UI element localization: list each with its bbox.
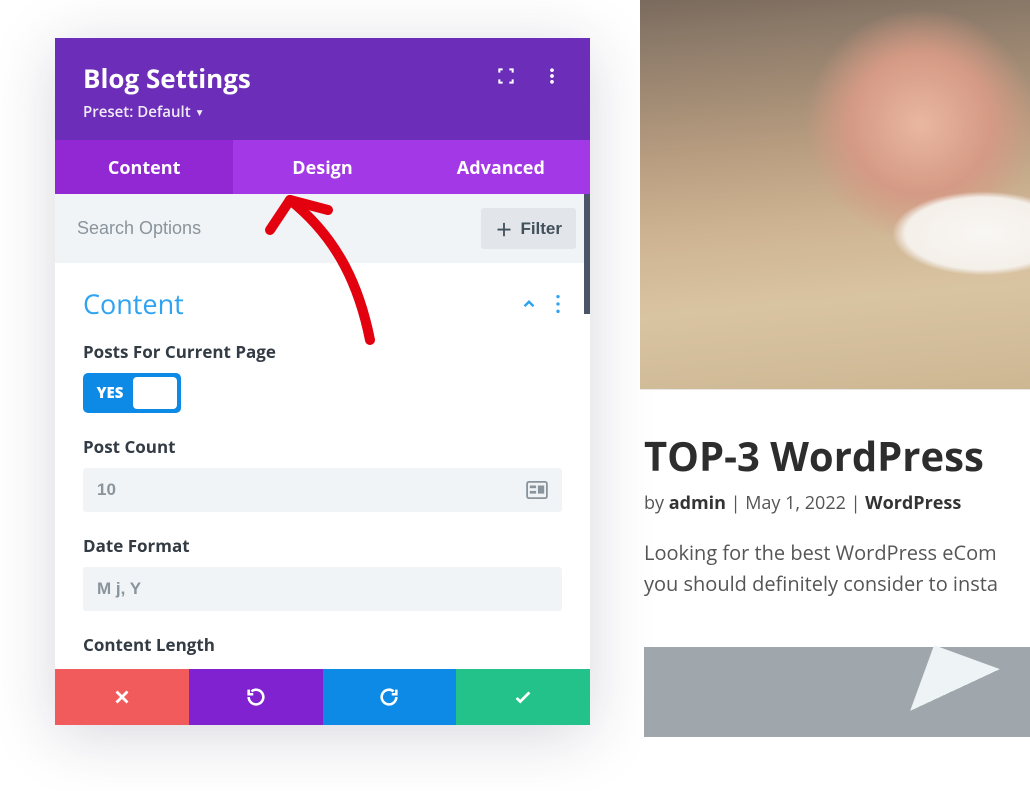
option-post-count: Post Count bbox=[83, 435, 562, 512]
panel-footer bbox=[55, 669, 590, 725]
redo-button[interactable] bbox=[323, 669, 457, 725]
preset-label: Preset: Default bbox=[83, 102, 191, 122]
filter-label: Filter bbox=[520, 219, 562, 239]
section-content: Content Posts For Current Page YES Post … bbox=[55, 263, 590, 656]
post-featured-image bbox=[640, 0, 1030, 390]
option-label: Post Count bbox=[83, 435, 562, 458]
kebab-menu-icon[interactable] bbox=[542, 66, 562, 86]
post-category[interactable]: WordPress bbox=[865, 491, 961, 515]
meta-sep: | bbox=[846, 491, 865, 515]
plus-icon: ＋ bbox=[495, 216, 512, 241]
search-input[interactable] bbox=[77, 218, 376, 239]
post-meta: by admin | May 1, 2022 | WordPress bbox=[644, 491, 1030, 515]
post-date: May 1, 2022 bbox=[745, 491, 846, 515]
option-label: Content Length bbox=[83, 633, 562, 656]
search-row: ＋ Filter bbox=[55, 194, 590, 263]
redo-icon bbox=[378, 686, 400, 708]
preview-grey-block bbox=[644, 647, 1030, 737]
by-label: by bbox=[644, 491, 664, 515]
excerpt-line: you should definitely consider to insta bbox=[644, 568, 1030, 599]
expand-icon[interactable] bbox=[496, 66, 516, 86]
toggle-text: YES bbox=[87, 383, 133, 403]
caret-down-icon: ▼ bbox=[195, 105, 205, 119]
panel-title: Blog Settings bbox=[83, 60, 251, 96]
check-icon bbox=[512, 686, 534, 708]
post-title[interactable]: TOP-3 WordPress bbox=[644, 428, 1030, 483]
panel-body: ＋ Filter Content Posts For Current Page … bbox=[55, 194, 590, 669]
preset-dropdown[interactable]: Preset: Default ▼ bbox=[83, 102, 251, 122]
filter-button[interactable]: ＋ Filter bbox=[481, 208, 576, 249]
undo-icon bbox=[245, 686, 267, 708]
toggle-knob bbox=[133, 377, 177, 409]
meta-sep: | bbox=[726, 491, 745, 515]
option-content-length: Content Length bbox=[83, 633, 562, 656]
date-format-input[interactable] bbox=[97, 579, 548, 599]
close-icon bbox=[111, 686, 133, 708]
section-kebab-icon[interactable] bbox=[554, 294, 562, 314]
settings-panel: Blog Settings Preset: Default ▼ Content … bbox=[55, 38, 590, 725]
tab-bar: Content Design Advanced bbox=[55, 140, 590, 194]
option-label: Posts For Current Page bbox=[83, 340, 562, 363]
tab-content[interactable]: Content bbox=[55, 140, 233, 194]
post-count-input[interactable] bbox=[97, 480, 526, 500]
tab-advanced[interactable]: Advanced bbox=[412, 140, 590, 194]
panel-header: Blog Settings Preset: Default ▼ bbox=[55, 38, 590, 140]
post-author[interactable]: admin bbox=[669, 491, 726, 515]
section-title[interactable]: Content bbox=[83, 285, 184, 322]
tab-design[interactable]: Design bbox=[233, 140, 411, 194]
post-excerpt: Looking for the best WordPress eCom you … bbox=[644, 537, 1030, 599]
undo-button[interactable] bbox=[189, 669, 323, 725]
save-button[interactable] bbox=[456, 669, 590, 725]
dynamic-content-icon[interactable] bbox=[526, 481, 548, 499]
excerpt-line: Looking for the best WordPress eCom bbox=[644, 537, 1030, 568]
scrollbar[interactable] bbox=[584, 194, 590, 314]
chevron-up-icon[interactable] bbox=[520, 295, 538, 313]
option-label: Date Format bbox=[83, 534, 562, 557]
option-date-format: Date Format bbox=[83, 534, 562, 611]
toggle-posts-current-page[interactable]: YES bbox=[83, 373, 181, 413]
option-posts-current-page: Posts For Current Page YES bbox=[83, 340, 562, 413]
page-preview: TOP-3 WordPress by admin | May 1, 2022 |… bbox=[640, 0, 1030, 791]
cancel-button[interactable] bbox=[55, 669, 189, 725]
